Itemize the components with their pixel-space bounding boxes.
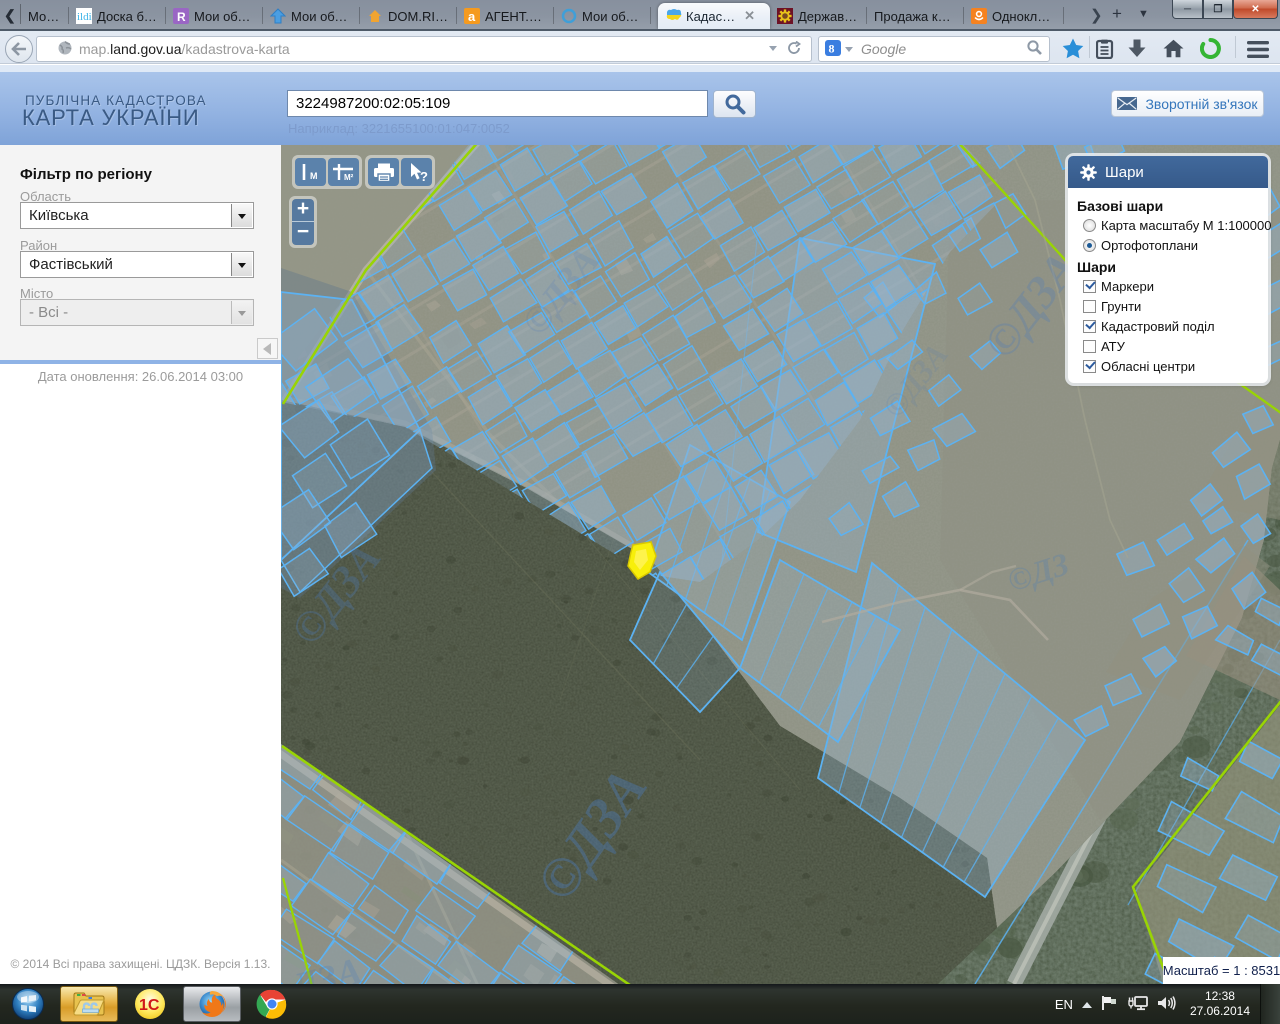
svg-text:M: M (310, 171, 318, 181)
svg-text:a: a (468, 9, 476, 24)
svg-text:?: ? (420, 169, 428, 183)
svg-text:R: R (177, 10, 186, 24)
svg-text:M²: M² (344, 173, 354, 182)
svg-text:1С: 1С (139, 997, 160, 1014)
svg-text:8: 8 (829, 41, 835, 55)
svg-text:ildi: ildi (77, 11, 92, 23)
